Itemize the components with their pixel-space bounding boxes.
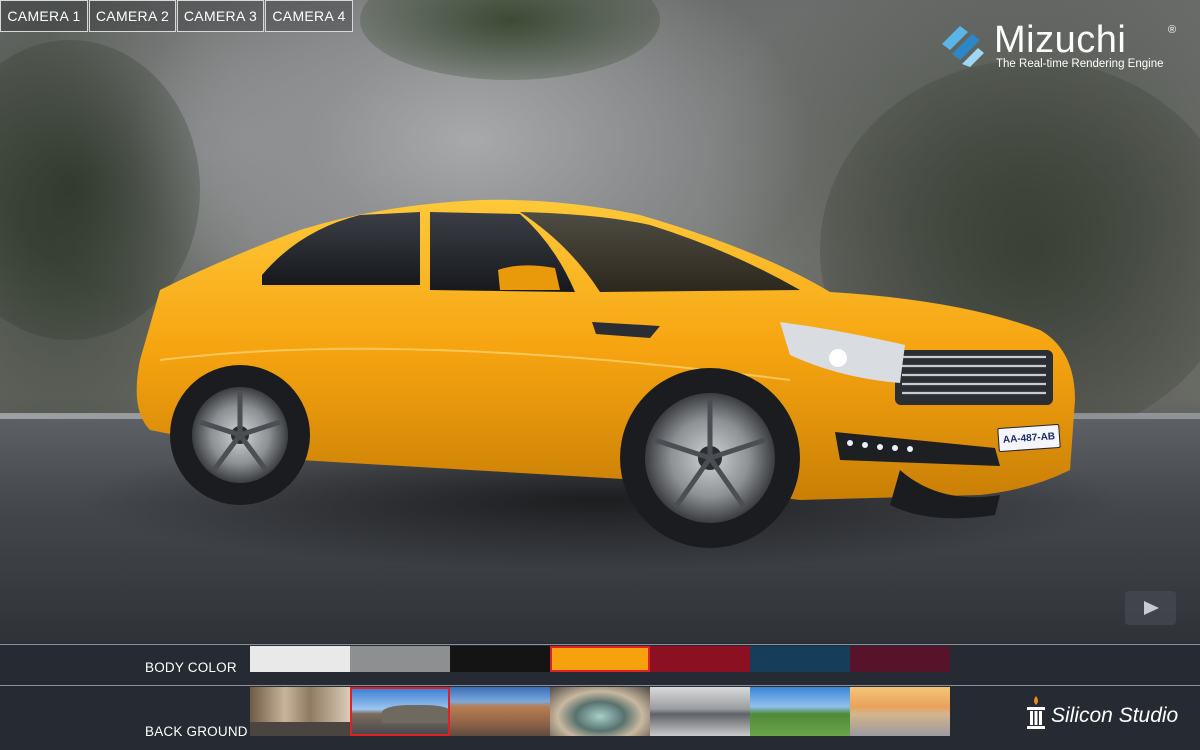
play-button[interactable] (1125, 591, 1176, 625)
car-model[interactable] (0, 0, 1200, 643)
background-thumb-plaza[interactable] (450, 687, 550, 736)
mizuchi-logo-icon (942, 26, 984, 67)
body-color-swatch-silver[interactable] (350, 646, 450, 672)
silicon-studio-brand: Silicon Studio (1025, 694, 1195, 734)
body-color-label: BODY COLOR (145, 660, 237, 675)
body-color-swatch-black[interactable] (450, 646, 550, 672)
background-thumb-park[interactable] (750, 687, 850, 736)
background-thumb-pier-sunset[interactable] (850, 687, 950, 736)
body-color-swatch-yellow[interactable] (550, 646, 650, 672)
license-plate-text: AA-487-AB (1002, 430, 1056, 446)
logo-registered-mark: ® (1168, 24, 1177, 36)
background-thumb-studio[interactable] (650, 687, 750, 736)
body-color-swatch-burgundy[interactable] (850, 646, 950, 672)
silicon-studio-icon (1027, 696, 1045, 729)
render-viewport: AA-487-AB (0, 0, 1200, 643)
background-label: BACK GROUND (145, 724, 248, 739)
body-color-swatch-red[interactable] (650, 646, 750, 672)
play-icon (1143, 601, 1159, 615)
body-color-swatch-blue[interactable] (750, 646, 850, 672)
background-thumb-tunnel[interactable] (550, 687, 650, 736)
body-color-swatch-white[interactable] (250, 646, 350, 672)
background-thumb-coastal-road[interactable] (350, 687, 450, 736)
panel-divider-top (0, 644, 1200, 645)
background-thumb-street[interactable] (250, 687, 350, 736)
brand-name: Silicon Studio (1051, 704, 1179, 727)
mizuchi-logo: Mizuchi ® The Real-time Rendering Engine (938, 18, 1188, 78)
camera-1-tab[interactable]: CAMERA 1 (0, 0, 88, 32)
camera-2-tab[interactable]: CAMERA 2 (89, 0, 176, 32)
license-plate: AA-487-AB (997, 423, 1061, 453)
camera-3-tab[interactable]: CAMERA 3 (177, 0, 264, 32)
logo-name: Mizuchi (994, 19, 1127, 61)
panel-divider-middle (0, 685, 1200, 686)
camera-4-tab[interactable]: CAMERA 4 (265, 0, 353, 32)
logo-tagline: The Real-time Rendering Engine (996, 58, 1164, 70)
camera-tab-bar: CAMERA 1 CAMERA 2 CAMERA 3 CAMERA 4 (0, 0, 354, 34)
